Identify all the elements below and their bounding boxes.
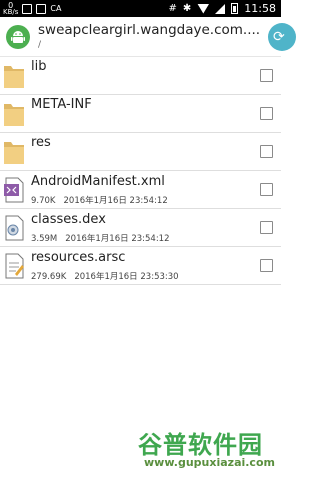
- dex-file-icon: [5, 215, 24, 241]
- item-date: 2016年1月16日 23:54:12: [65, 234, 170, 244]
- network-speed: 0 KB/s: [3, 1, 19, 16]
- clock: 11:58: [244, 2, 276, 15]
- select-checkbox[interactable]: [260, 221, 273, 234]
- refresh-icon: ⟳: [273, 29, 285, 45]
- folder-icon: [4, 66, 24, 88]
- item-size: 279.69K: [31, 272, 67, 282]
- item-size: 3.59M: [31, 234, 58, 244]
- app-bar: sweapcleargirl.wangdaye.com.... / ⟳: [0, 17, 296, 57]
- xml-file-icon: [4, 177, 24, 203]
- item-meta: 3.59M 2016年1月16日 23:54:12: [31, 232, 170, 244]
- list-item[interactable]: res: [0, 133, 281, 171]
- status-left: 0 KB/s CA: [3, 1, 61, 16]
- item-meta: 279.69K 2016年1月16日 23:53:30: [31, 270, 179, 282]
- folder-icon: [4, 104, 24, 126]
- item-name: lib: [31, 59, 47, 74]
- hash-icon: #: [168, 3, 177, 14]
- select-checkbox[interactable]: [260, 69, 273, 82]
- item-name: res: [31, 135, 51, 150]
- path-title: sweapcleargirl.wangdaye.com....: [38, 22, 261, 38]
- select-checkbox[interactable]: [260, 259, 273, 272]
- refresh-button[interactable]: ⟳: [268, 23, 296, 51]
- status-right: # ✱ 11:58: [169, 1, 276, 16]
- list-item[interactable]: lib: [0, 57, 281, 95]
- item-name: resources.arsc: [31, 250, 126, 265]
- item-date: 2016年1月16日 23:54:12: [63, 196, 168, 206]
- item-size: 9.70K: [31, 196, 56, 206]
- item-name: META-INF: [31, 97, 92, 112]
- item-meta: 9.70K 2016年1月16日 23:54:12: [31, 194, 168, 206]
- item-name: classes.dex: [31, 212, 106, 227]
- list-item[interactable]: META-INF: [0, 95, 281, 133]
- current-path: /: [38, 40, 42, 50]
- arsc-file-icon: [5, 253, 24, 279]
- list-item[interactable]: classes.dex 3.59M 2016年1月16日 23:54:12: [0, 209, 281, 247]
- android-icon[interactable]: [6, 25, 30, 49]
- folder-icon: [4, 142, 24, 164]
- network-speed-unit: KB/s: [3, 7, 19, 16]
- watermark-url: www.gupuxiazai.com: [144, 456, 275, 469]
- select-checkbox[interactable]: [260, 183, 273, 196]
- item-date: 2016年1月16日 23:53:30: [74, 272, 179, 282]
- watermark: 谷普软件园 www.gupuxiazai.com: [130, 425, 281, 500]
- wifi-icon: [197, 3, 210, 14]
- file-list: lib META-INF res AndroidManifest.xml 9.7…: [0, 57, 281, 285]
- watermark-title: 谷普软件园: [138, 431, 263, 459]
- android-robot-glyph: [11, 31, 25, 43]
- list-item[interactable]: AndroidManifest.xml 9.70K 2016年1月16日 23:5…: [0, 171, 281, 209]
- status-bar: 0 KB/s CA # ✱ 11:58: [0, 0, 281, 17]
- signal-icon: [215, 3, 226, 14]
- list-item[interactable]: resources.arsc 279.69K 2016年1月16日 23:53:3…: [0, 247, 281, 285]
- item-name: AndroidManifest.xml: [31, 174, 165, 189]
- screenshot-icon: [36, 3, 47, 14]
- select-checkbox[interactable]: [260, 107, 273, 120]
- carrier-label: CA: [50, 4, 62, 13]
- select-checkbox[interactable]: [260, 145, 273, 158]
- bluetooth-icon: ✱: [182, 3, 192, 14]
- notification-icon: [22, 3, 33, 14]
- battery-icon: [231, 3, 239, 14]
